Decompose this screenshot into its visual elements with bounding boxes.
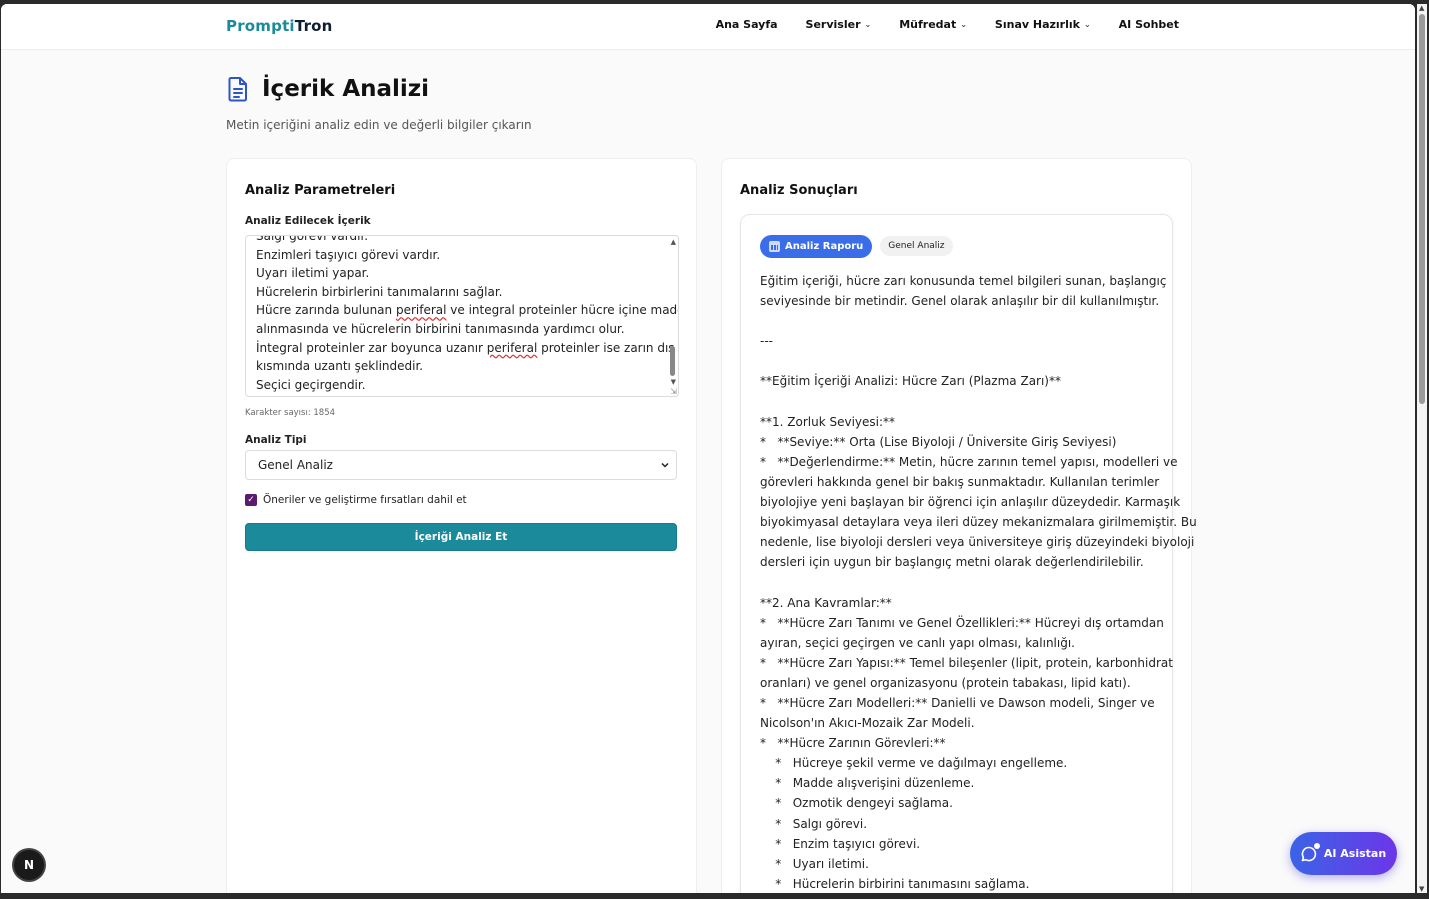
textarea-line: Hücre zarında bulunan periferal ve integ… [256,303,679,318]
bar-chart-icon [769,241,780,252]
report-line: * **Hücre Zarının Görevleri:** [760,736,946,751]
analysis-results-card: Analiz Sonuçları Analiz Raporu Genel Ana… [721,158,1197,893]
analysis-parameters-card: Analiz Parametreleri Analiz Edilecek İçe… [226,158,697,893]
page-title: İçerik Analizi [262,76,430,102]
tab-analysis-report[interactable]: Analiz Raporu [760,235,873,258]
report-line: * Ozmotik dengeyi sağlama. [760,796,953,811]
textarea-line: Uyarı iletimi yapar. [256,266,370,281]
textarea-text: Salgı görevi vardır. Enzimleri taşıyıcı … [256,235,679,394]
page-scrollbar-thumb[interactable] [1419,14,1425,404]
document-icon [228,77,247,102]
character-count: Karakter sayısı: 1854 [245,408,336,418]
report-line [760,392,1160,412]
chevron-down-icon: ⌄ [1083,20,1091,29]
report-line: * Hücreye şekil verme ve dağılmayı engel… [760,756,1068,771]
nav-link-exam-prep[interactable]: Sınav Hazırlık ⌄ [995,18,1091,31]
textarea-line: Seçici geçirgendir. [256,377,366,392]
nav-link-curriculum[interactable]: Müfredat ⌄ [899,18,967,31]
report-line: **2. Ana Kavramlar:** [760,595,892,610]
analysis-report-text: Eğitim içeriği, hücre zarı konusunda tem… [760,271,1197,893]
textarea-line: Enzimleri taşıyıcı görevi vardır. [256,247,441,262]
card-title: Analiz Parametreleri [245,183,396,198]
textarea-line: Hücrelerin birbirlerini tanımalarını sağ… [256,284,503,299]
suggestions-checkbox-row: ✓ Öneriler ve geliştirme fırsatları dahi… [245,494,467,506]
nextjs-dev-badge[interactable]: N [14,850,44,880]
scroll-down-arrow-icon[interactable]: ▼ [671,378,676,386]
chevron-down-icon: ⌄ [864,20,872,29]
report-line: nedenle, lise biyoloji dersleri veya üni… [760,535,1195,550]
report-line [760,311,1160,331]
report-line: Nicolson'ın Akıcı-Mozaik Zar Modeli. [760,716,975,731]
textarea-line: alınmasında ve hücrelerin birbirini tanı… [256,321,625,336]
report-line: * **Seviye:** Orta (Lise Biyoloji / Üniv… [760,434,1117,449]
textarea-line: İntegral proteinler zar boyunca uzanır p… [256,340,675,355]
content-textarea[interactable]: Salgı görevi vardır. Enzimleri taşıyıcı … [245,235,679,397]
chat-bubble-icon [1301,842,1320,862]
top-navbar: PromptiTron Ana Sayfa Servisler ⌄ Müfreda… [1,4,1415,50]
scroll-up-arrow-icon[interactable]: ▲ [671,238,676,246]
resize-handle-icon[interactable]: ⇲ [670,387,677,396]
ai-assistant-button[interactable]: AI Asistan [1290,832,1397,875]
report-line: --- [760,334,773,349]
report-line: Eğitim içeriği, hücre zarı konusunda tem… [760,274,1167,288]
page-header: İçerik Analizi [226,76,429,102]
report-line: **Eğitim İçeriği Analizi: Hücre Zarı (Pl… [760,374,1061,389]
report-line: görevleri hakkında genel bir bakış sunma… [760,474,1160,489]
report-line: seviyesinde bir metindir. Genel olarak a… [760,294,1160,309]
page-subtitle: Metin içeriğini analiz edin ve değerli b… [226,118,532,132]
result-tabs: Analiz Raporu Genel Analiz [760,235,953,258]
textarea-line: Salgı görevi vardır. [256,235,369,243]
analysis-type-select[interactable]: Genel Analiz [245,450,677,480]
report-line: ayıran, seçici geçirgen ve canlı yapı ol… [760,635,1075,650]
report-line: * Madde alışverişini düzenleme. [760,776,975,791]
report-line: **1. Zorluk Seviyesi:** [760,414,896,429]
report-line: oranları) ve genel organizasyonu (protei… [760,675,1131,690]
report-line: * Salgı görevi. [760,816,868,831]
nav-link-ai-chat[interactable]: AI Sohbet [1119,18,1179,31]
report-line: * **Değerlendirme:** Metin, hücre zarını… [760,454,1178,469]
results-panel: Analiz Raporu Genel Analiz Eğitim içeriğ… [740,214,1197,893]
page-scrollbar[interactable]: ▲ ▼ [1417,4,1427,893]
report-line: * **Hücre Zarı Yapısı:** Temel bileşenle… [760,655,1173,670]
report-line [760,572,1160,592]
report-line: biyokimyasal detaylara veya ileri düzey … [760,515,1197,530]
card-title: Analiz Sonuçları [740,183,858,198]
report-line: * Enzim taşıyıcı görevi. [760,836,921,851]
report-line: * **Hücre Zarı Modelleri:** Danielli ve … [760,695,1155,710]
tab-general-analysis[interactable]: Genel Analiz [880,236,953,256]
checkbox-label: Öneriler ve geliştirme fırsatları dahil … [263,494,467,506]
report-line: dersleri için uygun bir başlangıç metni … [760,555,1144,570]
report-line: * Uyarı iletimi. [760,856,869,871]
nav-link-services[interactable]: Servisler ⌄ [806,18,872,31]
analysis-type-label: Analiz Tipi [245,434,307,446]
chevron-down-icon: ⌄ [960,20,967,29]
textarea-scrollbar-thumb[interactable] [670,346,675,376]
content-label: Analiz Edilecek İçerik [245,215,371,227]
report-line: biyolojiye yeni başlayan bir öğrenci içi… [760,495,1181,510]
report-line [760,351,1160,371]
report-line: * Hücrelerin birbirini tanımasını sağlam… [760,876,1030,891]
scroll-down-arrow-icon[interactable]: ▼ [1419,885,1424,893]
brand-logo[interactable]: PromptiTron [226,17,333,35]
nav-links: Ana Sayfa Servisler ⌄ Müfredat ⌄ Sınav Haz… [716,18,1179,31]
suggestions-checkbox[interactable]: ✓ [245,494,257,506]
scroll-up-arrow-icon[interactable]: ▲ [1419,4,1424,12]
chevron-down-icon [661,462,669,468]
select-value: Genel Analiz [258,458,333,472]
textarea-line: kısmında uzantı şeklindedir. [256,359,424,374]
report-line: * **Hücre Zarı Tanımı ve Genel Özellikle… [760,615,1164,630]
nav-link-home[interactable]: Ana Sayfa [716,18,778,31]
browser-viewport: PromptiTron Ana Sayfa Servisler ⌄ Müfreda… [1,4,1415,893]
analyze-content-button[interactable]: İçeriği Analiz Et [245,523,677,551]
